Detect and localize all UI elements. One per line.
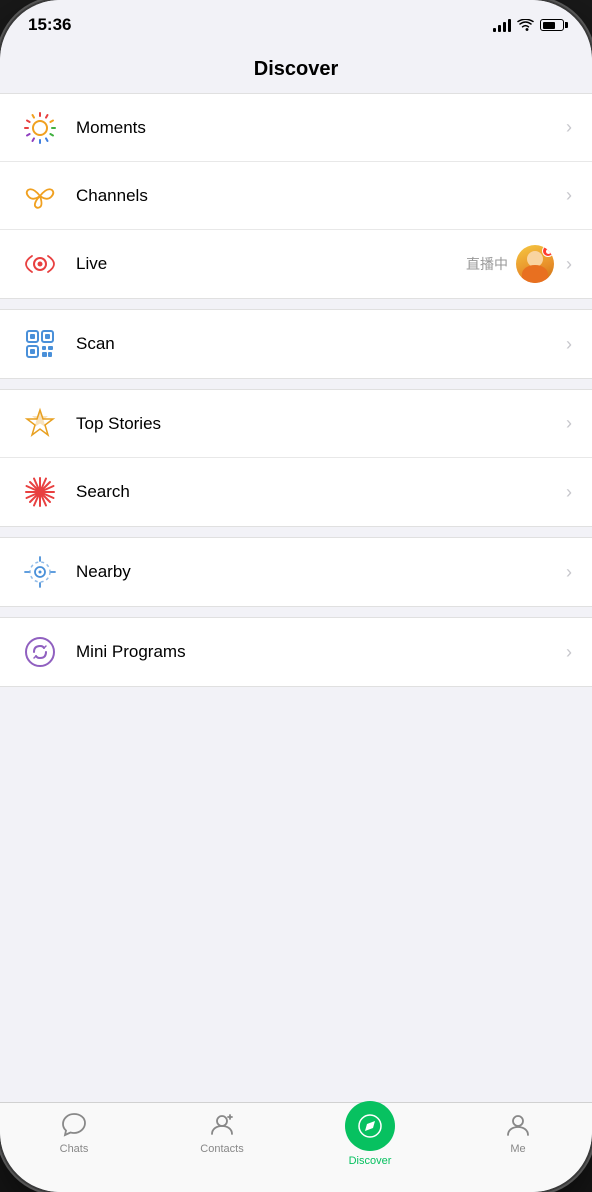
live-label: Live <box>76 254 466 274</box>
discover-nav-label: Discover <box>349 1155 392 1167</box>
miniprograms-chevron: › <box>566 642 572 663</box>
nav-item-chats[interactable]: Chats <box>0 1111 148 1155</box>
contacts-nav-label: Contacts <box>200 1143 243 1155</box>
miniprograms-label: Mini Programs <box>76 642 562 662</box>
me-icon <box>504 1111 532 1139</box>
menu-item-nearby[interactable]: Nearby › <box>0 538 592 606</box>
topstories-icon <box>20 404 60 444</box>
nav-item-discover[interactable]: Discover <box>296 1111 444 1167</box>
nav-item-contacts[interactable]: Contacts <box>148 1111 296 1155</box>
scan-chevron: › <box>566 334 572 355</box>
menu-section-3: Top Stories › <box>0 389 592 527</box>
search-right: › <box>562 482 572 503</box>
menu-item-channels[interactable]: Channels › <box>0 162 592 230</box>
miniprograms-icon <box>20 632 60 672</box>
status-bar: 15:36 <box>0 0 592 50</box>
contacts-icon <box>208 1111 236 1139</box>
menu-section-1: Moments › Channels › <box>0 93 592 299</box>
menu-item-topstories[interactable]: Top Stories › <box>0 390 592 458</box>
live-avatar <box>516 245 554 283</box>
search-icon <box>20 472 60 512</box>
screen: 15:36 <box>0 0 592 1192</box>
signal-icon <box>493 18 511 32</box>
menu-item-scan[interactable]: Scan › <box>0 310 592 378</box>
scan-label: Scan <box>76 334 562 354</box>
live-badge: 直播中 <box>466 254 508 274</box>
menu-section-2: Scan › <box>0 309 592 379</box>
nearby-label: Nearby <box>76 562 562 582</box>
discover-icon <box>345 1101 395 1151</box>
scan-right: › <box>562 334 572 355</box>
menu-item-moments[interactable]: Moments › <box>0 94 592 162</box>
battery-icon <box>540 19 564 31</box>
channels-right: › <box>562 185 572 206</box>
topstories-chevron: › <box>566 413 572 434</box>
channels-icon <box>20 176 60 216</box>
search-label: Search <box>76 482 562 502</box>
page-title: Discover <box>254 58 339 80</box>
moments-icon <box>20 108 60 148</box>
me-nav-label: Me <box>510 1143 525 1155</box>
nearby-right: › <box>562 562 572 583</box>
moments-right: › <box>562 117 572 138</box>
chats-nav-label: Chats <box>60 1143 89 1155</box>
menu-section-4: Nearby › <box>0 537 592 607</box>
nearby-icon <box>20 552 60 592</box>
status-icons <box>493 18 564 32</box>
moments-label: Moments <box>76 118 562 138</box>
menu-item-live[interactable]: Live 直播中 › <box>0 230 592 298</box>
live-icon <box>20 244 60 284</box>
miniprograms-right: › <box>562 642 572 663</box>
bottom-nav: Chats Contacts <box>0 1102 592 1192</box>
topstories-label: Top Stories <box>76 414 562 434</box>
phone-frame: 15:36 <box>0 0 592 1192</box>
menu-item-miniprograms[interactable]: Mini Programs › <box>0 618 592 686</box>
menu-item-search[interactable]: Search › <box>0 458 592 526</box>
live-chevron: › <box>566 254 572 275</box>
live-dot <box>542 245 554 257</box>
content-spacer <box>0 687 592 1102</box>
channels-label: Channels <box>76 186 562 206</box>
menu-section-5: Mini Programs › <box>0 617 592 687</box>
channels-chevron: › <box>566 185 572 206</box>
nearby-chevron: › <box>566 562 572 583</box>
topstories-right: › <box>562 413 572 434</box>
wifi-icon <box>517 19 534 32</box>
scan-icon <box>20 324 60 364</box>
live-right: 直播中 › <box>466 245 572 283</box>
chat-icon <box>60 1111 88 1139</box>
moments-chevron: › <box>566 117 572 138</box>
status-time: 15:36 <box>28 15 71 35</box>
page-title-bar: Discover <box>0 50 592 93</box>
nav-item-me[interactable]: Me <box>444 1111 592 1155</box>
search-chevron: › <box>566 482 572 503</box>
